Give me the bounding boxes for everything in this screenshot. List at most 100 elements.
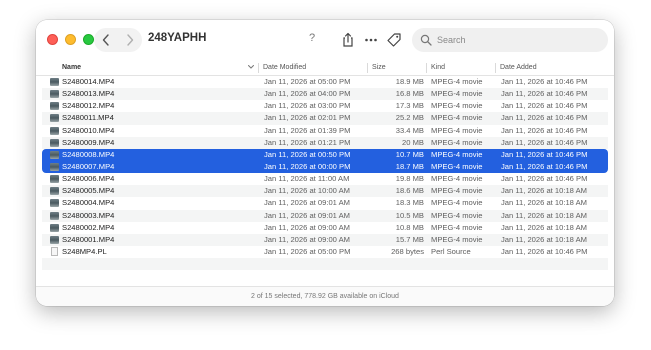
file-kind: Perl Source xyxy=(431,246,471,256)
file-date-modified: Jan 11, 2026 at 00:50 PM xyxy=(264,149,351,159)
file-row[interactable]: S2480002.MP4 Jan 11, 2026 at 09:00 AM 10.8… xyxy=(42,222,608,234)
chevron-left-icon xyxy=(102,34,109,46)
file-name: S2480001.MP4 xyxy=(62,234,115,244)
file-row[interactable]: S2480010.MP4 Jan 11, 2026 at 01:39 PM 33.4… xyxy=(42,125,608,137)
file-name: S2480005.MP4 xyxy=(62,186,115,196)
file-date-modified: Jan 11, 2026 at 04:00 PM xyxy=(264,89,351,99)
back-button[interactable] xyxy=(94,28,118,52)
movie-file-icon xyxy=(50,187,59,196)
file-row[interactable]: S2480012.MP4 Jan 11, 2026 at 03:00 PM 17.3… xyxy=(42,100,608,112)
column-header: Name Date Modified Size Kind Date Added xyxy=(36,60,614,76)
file-size: 18.3 MB xyxy=(395,198,424,208)
movie-file-icon xyxy=(50,199,59,208)
file-size: 15.7 MB xyxy=(395,234,424,244)
file-kind: MPEG-4 movie xyxy=(431,77,483,86)
share-button[interactable] xyxy=(338,30,358,50)
file-list: S2480014.MP4 Jan 11, 2026 at 05:00 PM 18.9… xyxy=(42,76,608,282)
file-row[interactable]: S2480014.MP4 Jan 11, 2026 at 05:00 PM 18.9… xyxy=(42,76,608,88)
file-row[interactable]: S2480008.MP4 Jan 11, 2026 at 00:50 PM 10.7… xyxy=(42,148,608,161)
file-date-modified: Jan 11, 2026 at 09:01 AM xyxy=(264,198,350,208)
file-date-added: Jan 11, 2026 at 10:46 PM xyxy=(501,113,588,123)
search-field[interactable] xyxy=(412,28,608,52)
file-date-added: Jan 11, 2026 at 10:18 AM xyxy=(501,210,587,220)
file-date-added: Jan 11, 2026 at 10:18 AM xyxy=(501,198,587,208)
movie-file-icon xyxy=(50,126,59,135)
file-date-added: Jan 11, 2026 at 10:46 PM xyxy=(501,149,588,159)
column-name[interactable]: Name xyxy=(56,60,81,76)
more-actions-button[interactable] xyxy=(361,30,381,50)
file-date-modified: Jan 11, 2026 at 00:00 PM xyxy=(264,161,351,171)
file-date-modified: Jan 11, 2026 at 05:00 PM xyxy=(264,77,351,86)
file-row[interactable]: S248MP4.PL Jan 11, 2026 at 05:00 PM 268 by… xyxy=(42,246,608,258)
file-date-modified: Jan 11, 2026 at 09:00 AM xyxy=(264,222,350,232)
file-kind: MPEG-4 movie xyxy=(431,222,483,232)
search-input[interactable] xyxy=(437,35,597,45)
tag-icon xyxy=(387,33,401,47)
file-row[interactable]: S2480009.MP4 Jan 11, 2026 at 01:21 PM 20 M… xyxy=(42,136,608,149)
movie-file-icon xyxy=(50,235,59,244)
minimize-window-button[interactable] xyxy=(65,34,76,45)
file-name: S2480007.MP4 xyxy=(62,161,115,171)
movie-file-icon xyxy=(50,78,59,86)
file-row[interactable]: S2480007.MP4 Jan 11, 2026 at 00:00 PM 18.7… xyxy=(42,160,608,174)
file-date-added: Jan 11, 2026 at 10:46 PM xyxy=(501,89,588,99)
file-name: S2480006.MP4 xyxy=(62,174,115,184)
finder-window: 248YAPHH ? Name xyxy=(36,20,614,306)
file-kind: MPEG-4 movie xyxy=(431,149,483,159)
file-size: 18.9 MB xyxy=(395,77,424,86)
file-kind: MPEG-4 movie xyxy=(431,101,483,111)
file-size: 10.8 MB xyxy=(395,222,424,232)
file-row[interactable]: S2480005.MP4 Jan 11, 2026 at 10:00 AM 18.6… xyxy=(42,185,608,198)
file-date-added: Jan 11, 2026 at 10:46 PM xyxy=(501,101,588,111)
file-date-added: Jan 11, 2026 at 10:46 PM xyxy=(501,174,588,184)
file-date-added: Jan 11, 2026 at 10:18 AM xyxy=(501,186,587,196)
perl-document-icon xyxy=(51,247,58,257)
column-date-added[interactable]: Date Added xyxy=(496,60,537,76)
file-name: S2480012.MP4 xyxy=(62,101,115,111)
movie-file-icon xyxy=(50,138,59,147)
file-name: S2480008.MP4 xyxy=(62,149,115,159)
file-kind: MPEG-4 movie xyxy=(431,113,483,123)
file-date-added: Jan 11, 2026 at 10:46 PM xyxy=(501,161,588,171)
file-row[interactable]: S2480004.MP4 Jan 11, 2026 at 09:01 AM 18.3… xyxy=(42,197,608,209)
file-date-added: Jan 11, 2026 at 10:46 PM xyxy=(501,137,588,147)
movie-file-icon xyxy=(50,150,59,159)
file-row[interactable]: S2480006.MP4 Jan 11, 2026 at 11:00 AM 19.8… xyxy=(42,173,608,185)
column-size[interactable]: Size xyxy=(368,60,386,76)
column-kind[interactable]: Kind xyxy=(427,60,445,76)
share-icon xyxy=(343,32,353,47)
file-size: 10.7 MB xyxy=(395,149,424,159)
file-size: 25.2 MB xyxy=(395,113,424,123)
movie-file-icon xyxy=(50,90,59,99)
file-size: 18.7 MB xyxy=(395,161,424,171)
file-size: 10.5 MB xyxy=(395,210,424,220)
help-button[interactable]: ? xyxy=(306,32,318,44)
tag-button[interactable] xyxy=(384,30,404,50)
file-row[interactable]: S2480003.MP4 Jan 11, 2026 at 09:01 AM 10.5… xyxy=(42,209,608,222)
navigation-buttons xyxy=(94,28,142,52)
file-row[interactable]: S2480013.MP4 Jan 11, 2026 at 04:00 PM 16.8… xyxy=(42,88,608,101)
file-date-modified: Jan 11, 2026 at 10:00 AM xyxy=(264,186,350,196)
file-size: 16.8 MB xyxy=(395,89,424,99)
file-kind: MPEG-4 movie xyxy=(431,174,483,184)
file-name: S2480009.MP4 xyxy=(62,137,115,147)
file-date-added: Jan 11, 2026 at 10:46 PM xyxy=(501,77,588,86)
file-date-modified: Jan 11, 2026 at 01:39 PM xyxy=(264,125,351,135)
file-kind: MPEG-4 movie xyxy=(431,186,483,196)
movie-file-icon xyxy=(50,162,59,171)
file-row[interactable]: S2480011.MP4 Jan 11, 2026 at 02:01 PM 25.2… xyxy=(42,112,608,125)
forward-button[interactable] xyxy=(118,28,142,52)
file-row[interactable]: S2480001.MP4 Jan 11, 2026 at 09:00 AM 15.7… xyxy=(42,233,608,246)
file-date-added: Jan 11, 2026 at 10:18 AM xyxy=(501,222,587,232)
file-size: 18.6 MB xyxy=(395,186,424,196)
sort-chevron-down-icon[interactable] xyxy=(247,63,255,71)
movie-file-icon xyxy=(50,102,59,111)
file-kind: MPEG-4 movie xyxy=(431,234,483,244)
file-date-modified: Jan 11, 2026 at 02:01 PM xyxy=(264,113,351,123)
empty-list-row xyxy=(42,270,608,282)
ellipsis-icon xyxy=(365,38,377,42)
close-window-button[interactable] xyxy=(47,34,58,45)
column-date-modified[interactable]: Date Modified xyxy=(259,60,306,76)
zoom-window-button[interactable] xyxy=(83,34,94,45)
file-kind: MPEG-4 movie xyxy=(431,210,483,220)
